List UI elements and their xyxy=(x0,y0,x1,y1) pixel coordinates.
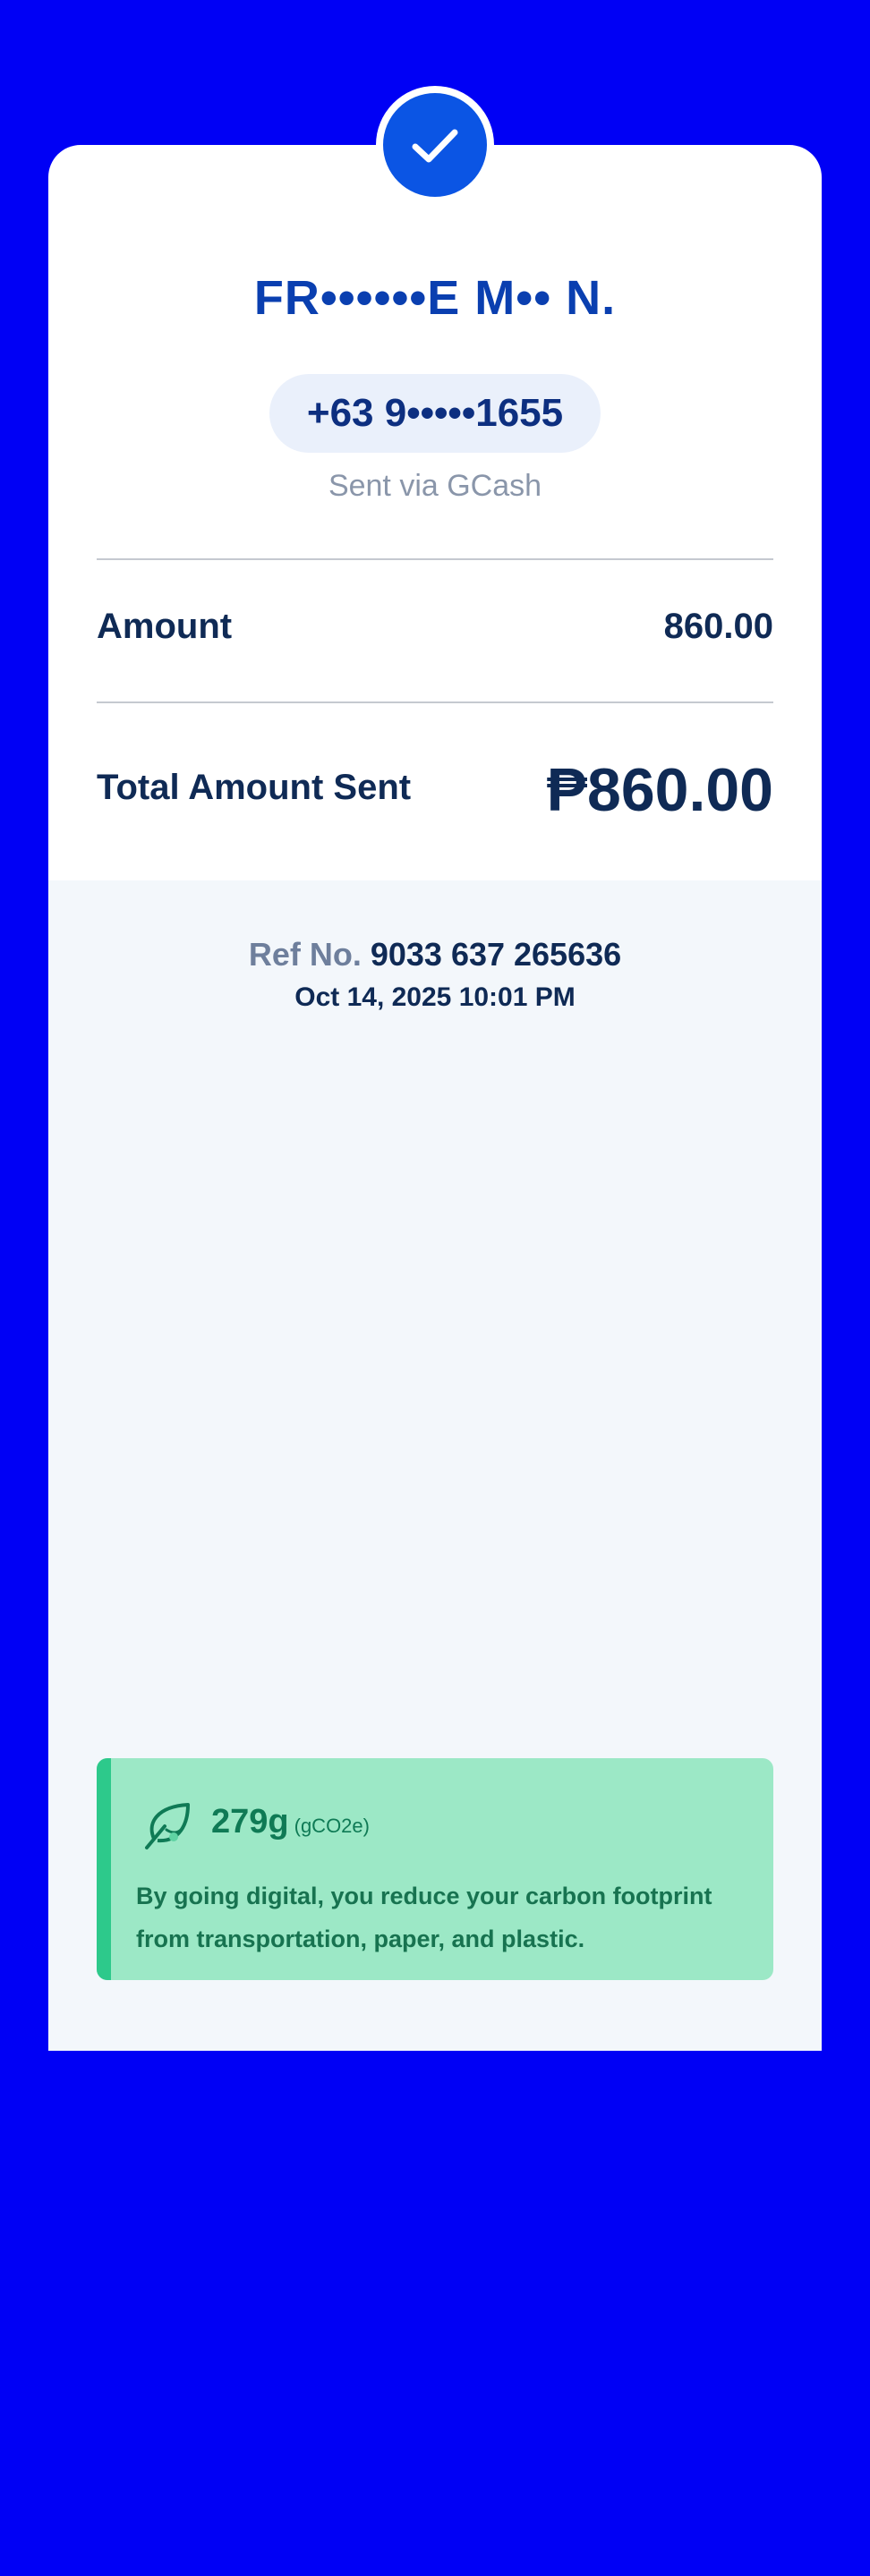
divider xyxy=(97,558,773,560)
recipient-name: FR••••••E M•• N. xyxy=(253,271,617,325)
reference-value: 9033 637 265636 xyxy=(370,936,622,973)
checkmark-icon xyxy=(412,129,458,163)
amount-label: Amount xyxy=(97,607,233,646)
recipient-phone: +63 9•••••1655 xyxy=(269,374,601,453)
success-badge xyxy=(376,86,494,204)
carbon-saved: 279g (gCO2e) xyxy=(211,1803,370,1841)
carbon-saved-value: 279g xyxy=(211,1803,289,1841)
transaction-date: Oct 14, 2025 10:01 PM xyxy=(294,982,576,1012)
reference-label: Ref No. xyxy=(248,936,362,973)
carbon-saved-unit: (gCO2e) xyxy=(294,1815,370,1837)
carbon-message: By going digital, you reduce your carbon… xyxy=(136,1883,712,1952)
total-amount-value: ₱860.00 xyxy=(546,756,773,824)
carbon-footprint-banner: 279g (gCO2e) By going digital, you reduce… xyxy=(97,1758,773,1980)
sent-via-label: Sent via GCash xyxy=(328,469,542,503)
receipt-torn-edge xyxy=(48,2031,822,2045)
total-amount-label: Total Amount Sent xyxy=(97,768,412,807)
banner-accent xyxy=(97,1758,111,1980)
reference-number: Ref No. 9033 637 265636 xyxy=(48,936,822,973)
receipt-card: FR••••••E M•• N. +63 9•••••1655 Sent via… xyxy=(48,86,822,2051)
receipt-summary: FR••••••E M•• N. +63 9•••••1655 Sent via… xyxy=(48,86,822,880)
amount-value: 860.00 xyxy=(663,607,773,646)
leaf-icon xyxy=(145,1803,190,1849)
divider xyxy=(97,701,773,703)
